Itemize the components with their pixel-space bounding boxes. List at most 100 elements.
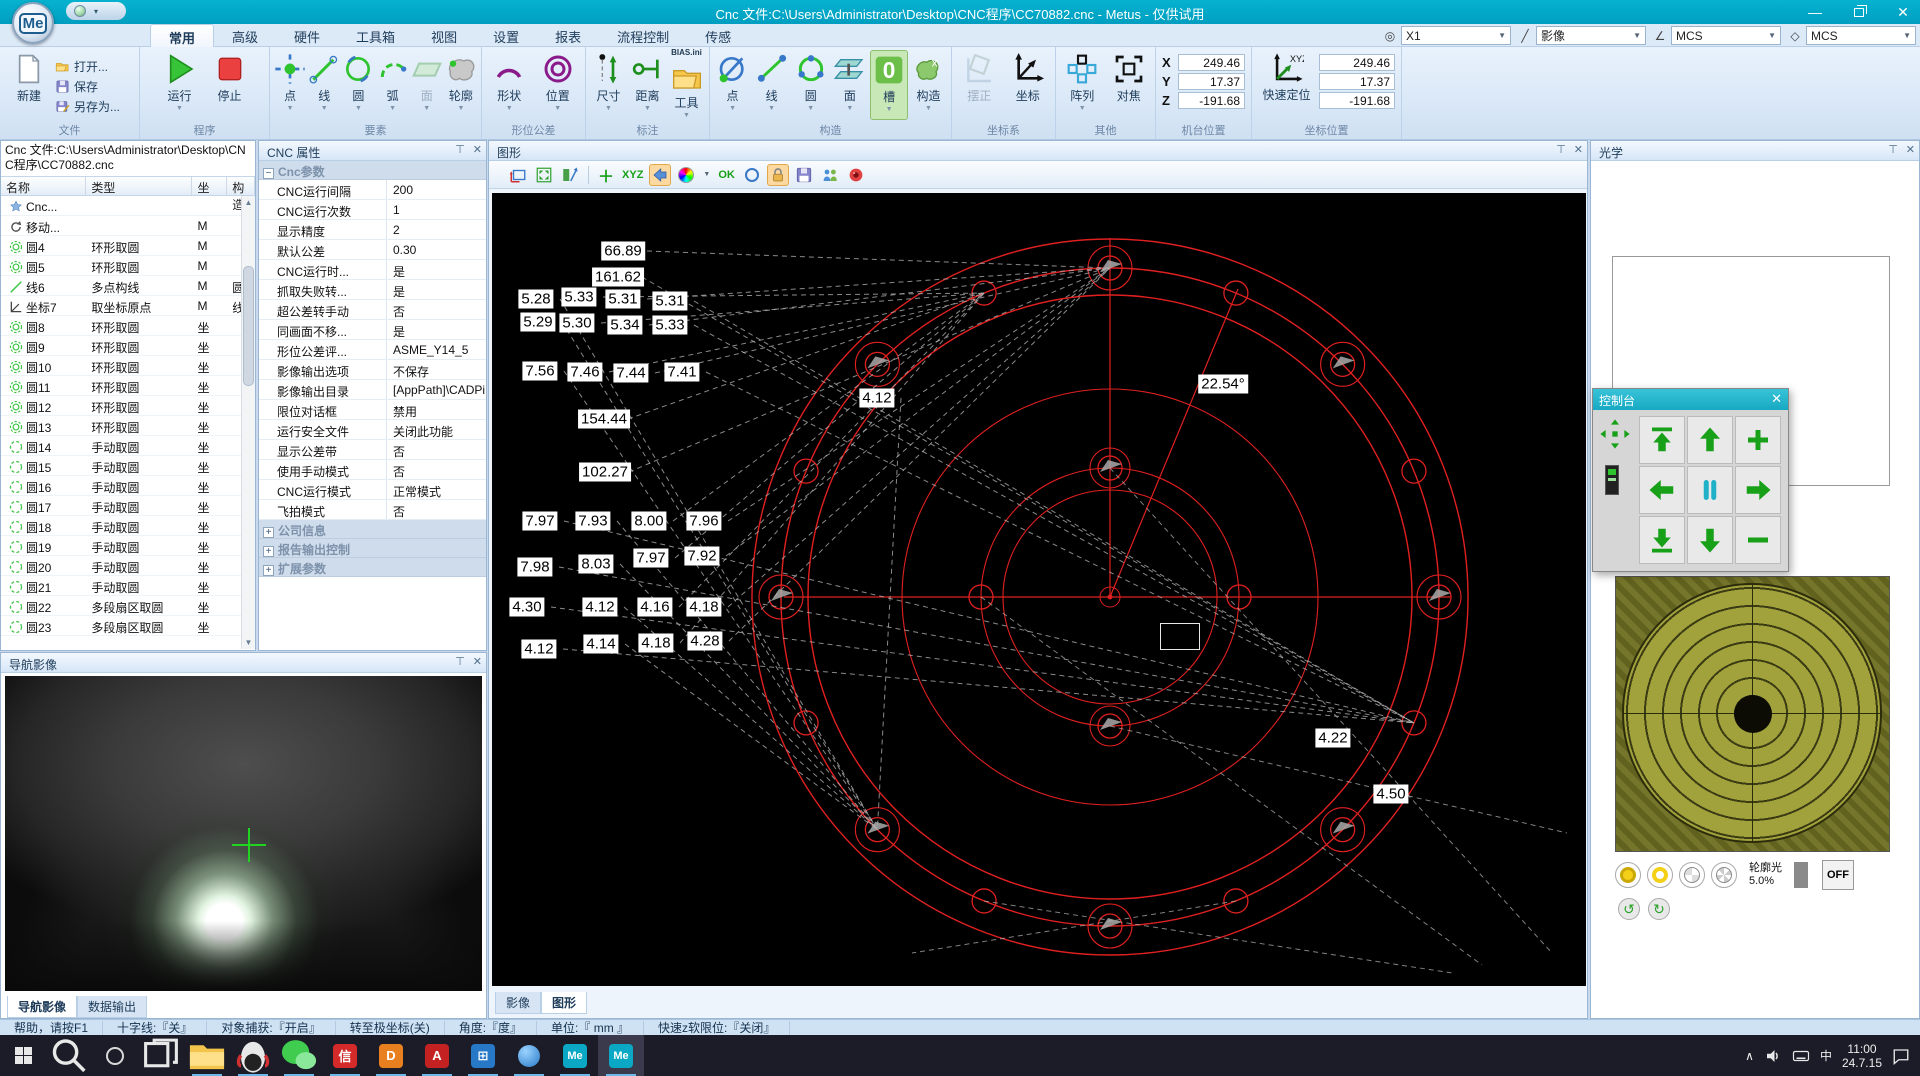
ribbon-tab-8[interactable]: 流程控制 (599, 24, 687, 47)
measurement-label[interactable]: 7.96 (686, 512, 721, 531)
tree-row-圆5[interactable]: 圆5环形取圆M (1, 256, 255, 276)
chevron-down-icon[interactable]: ▼ (886, 106, 893, 113)
graphics-tab-1[interactable]: 影像 (495, 992, 541, 1014)
pin-icon[interactable]: ⊤ (455, 143, 465, 156)
形位公差-形状-button[interactable]: 形状▼ (486, 50, 533, 120)
ribbon-tab-4[interactable]: 工具箱 (338, 24, 413, 47)
prop-row[interactable]: CNC运行间隔200 (259, 180, 486, 200)
chevron-down-icon[interactable]: ▼ (176, 105, 183, 112)
标注-工具-button[interactable]: BIAS.ini工具▼ (668, 50, 705, 120)
标注-距离-button[interactable]: 距离▼ (629, 50, 666, 120)
metus-active-button[interactable]: Me (598, 1035, 644, 1076)
其他-阵列-button[interactable]: 阵列▼ (1060, 50, 1105, 120)
section-扩展参数[interactable]: +扩展参数 (259, 558, 486, 577)
tree-row-圆19[interactable]: 圆19手动取圆坐 (1, 536, 255, 556)
input-language[interactable]: 中 (1820, 1047, 1832, 1064)
chevron-down-icon[interactable]: ▼ (729, 105, 736, 112)
measurement-label[interactable]: 7.97 (522, 512, 557, 531)
prop-row[interactable]: CNC运行模式正常模式 (259, 480, 486, 500)
jog-right-button[interactable] (1735, 466, 1781, 514)
prop-row[interactable]: 超公差转手动否 (259, 300, 486, 320)
status-item-2[interactable]: 十字线:『关』 (103, 1021, 207, 1035)
要素-圆-button[interactable]: 圆▼ (342, 50, 374, 120)
tree-column-构造[interactable]: 构造 (227, 177, 255, 195)
chevron-down-icon[interactable]: ▼ (287, 105, 294, 112)
measurement-label[interactable]: 4.18 (686, 598, 721, 617)
measurement-label[interactable]: 161.62 (592, 268, 644, 287)
prop-row[interactable]: 显示精度2 (259, 220, 486, 240)
tree-row-圆20[interactable]: 圆20手动取圆坐 (1, 556, 255, 576)
prop-row[interactable]: 显示公差带否 (259, 440, 486, 460)
tree-row-圆9[interactable]: 圆9环形取圆坐 (1, 336, 255, 356)
console-title-bar[interactable]: 控制台 ✕ (1593, 389, 1788, 410)
chevron-down-icon[interactable]: ▼ (1079, 105, 1086, 112)
prop-row[interactable]: 默认公差0.30 (259, 240, 486, 260)
measurement-label[interactable]: 154.44 (578, 410, 630, 429)
prop-row[interactable]: 运行安全文件关闭此功能 (259, 420, 486, 440)
app-menu-button[interactable]: Me (12, 2, 54, 44)
measurement-label[interactable]: 5.30 (559, 314, 594, 333)
rotate-cw-button[interactable]: ↻ (1648, 898, 1670, 920)
close-icon[interactable]: ✕ (473, 655, 482, 668)
nav-tab-1[interactable]: 导航影像 (7, 996, 77, 1018)
tree-row-圆22[interactable]: 圆22多段扇区取圆坐 (1, 596, 255, 616)
chevron-down-icon[interactable]: ▼ (389, 105, 396, 112)
measurement-label[interactable]: 7.92 (684, 547, 719, 566)
measurement-label[interactable]: 7.93 (575, 512, 610, 531)
标注-尺寸-button[interactable]: 尺寸▼ (590, 50, 627, 120)
jog-left-button[interactable] (1639, 466, 1685, 514)
qq-button[interactable] (230, 1035, 276, 1076)
构造-面-button[interactable]: 面▼ (831, 50, 868, 120)
pick-back-icon[interactable] (649, 164, 671, 186)
xyz-readout-icon[interactable]: XYZ (620, 164, 645, 186)
jog-up-button[interactable] (1687, 416, 1733, 464)
save-view-icon[interactable] (793, 164, 815, 186)
chevron-down-icon[interactable]: ▼ (701, 164, 712, 186)
measurement-label[interactable]: 5.31 (652, 292, 687, 311)
close-button[interactable]: ✕ (1892, 3, 1914, 21)
taskbar-clock[interactable]: 11:00 24.7.15 (1842, 1042, 1882, 1070)
app-red-button[interactable]: 信 (322, 1035, 368, 1076)
axis-selector[interactable]: X1▼ (1401, 26, 1511, 45)
tree-column-名称[interactable]: 名称 (1, 177, 86, 195)
chevron-down-icon[interactable]: ▼ (355, 105, 362, 112)
prop-row[interactable]: CNC运行次数1 (259, 200, 486, 220)
quick-position-button[interactable]: XYZ快速定位 (1258, 52, 1315, 109)
section-报告输出控制[interactable]: +报告输出控制 (259, 539, 486, 558)
save-button[interactable]: 保存 (55, 78, 120, 95)
chevron-down-icon[interactable]: ▼ (846, 105, 853, 112)
jog-up-fast-button[interactable] (1639, 416, 1685, 464)
tree-row-圆15[interactable]: 圆15手动取圆坐 (1, 456, 255, 476)
measurement-label[interactable]: 5.34 (607, 316, 642, 335)
speed-minus-button[interactable] (1735, 516, 1781, 564)
要素-面-button[interactable]: 面▼ (411, 50, 443, 120)
tree-scrollbar[interactable]: ▲ ▼ (241, 196, 255, 649)
status-item-5[interactable]: 角度:『度』 (445, 1021, 537, 1035)
rotate-ccw-button[interactable]: ↺ (1618, 898, 1640, 920)
chevron-down-icon[interactable]: ▼ (683, 112, 690, 119)
measurement-label[interactable]: 5.33 (561, 288, 596, 307)
prop-row[interactable]: 影像输出目录[AppPath]\CADPi... (259, 380, 486, 400)
machine-cs-selector[interactable]: MCS▼ (1671, 26, 1781, 45)
graphics-tab-2[interactable]: 图形 (541, 992, 587, 1014)
prop-row[interactable]: CNC运行时...是 (259, 260, 486, 280)
measurement-label[interactable]: 4.50 (1373, 785, 1408, 804)
circle-tool-icon[interactable] (741, 164, 763, 186)
open-button[interactable]: 打开... (55, 58, 120, 75)
构造-槽-button[interactable]: 0槽▼ (870, 50, 908, 120)
status-item-6[interactable]: 单位:『 mm 』 (537, 1021, 644, 1035)
expand-icon[interactable]: + (263, 527, 274, 538)
add-point-icon[interactable]: ＋ (596, 164, 616, 186)
close-icon[interactable]: ✕ (473, 143, 482, 156)
tray-chevron-icon[interactable]: ∧ (1745, 1049, 1754, 1063)
构造-线-button[interactable]: 线▼ (753, 50, 790, 120)
graphics-canvas[interactable]: 66.89161.625.285.335.315.315.295.305.345… (492, 193, 1586, 986)
坐标系-摆正-button[interactable]: 摆正 (956, 50, 1003, 120)
keyboard-icon[interactable] (1792, 1047, 1810, 1065)
nav-tab-2[interactable]: 数据输出 (77, 996, 147, 1018)
prop-row[interactable]: 同画面不移...是 (259, 320, 486, 340)
file-explorer-button[interactable] (184, 1035, 230, 1076)
joystick-speed-icon[interactable] (1605, 465, 1619, 495)
measurement-label[interactable]: 8.00 (631, 512, 666, 531)
volume-icon[interactable] (1764, 1047, 1782, 1065)
